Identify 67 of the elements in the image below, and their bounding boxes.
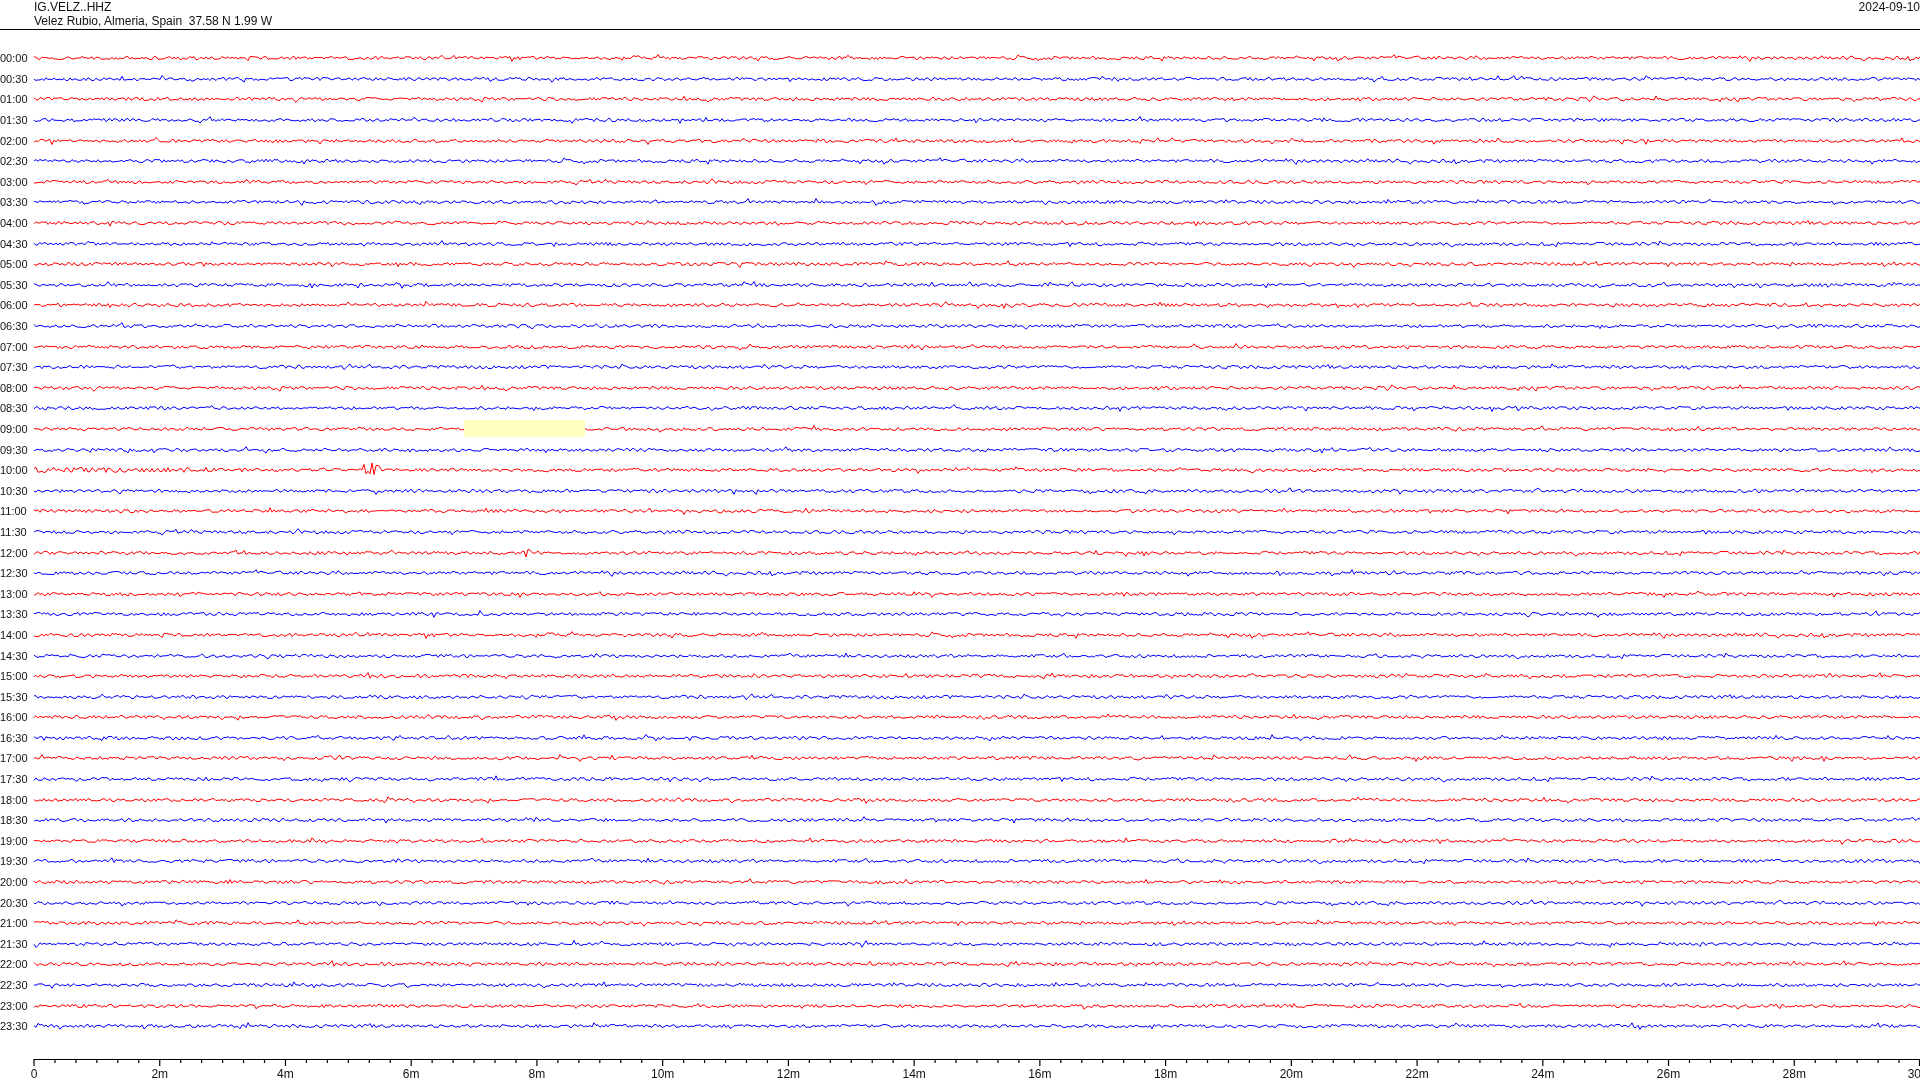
axis-label: 4m [277, 1066, 294, 1080]
axis-label: 6m [402, 1066, 420, 1080]
axis-label: 14m [902, 1066, 926, 1080]
axis-label: 20m [1279, 1066, 1303, 1080]
time-label: 00:30 [0, 72, 29, 85]
axis-label: 8m [528, 1066, 546, 1080]
time-label: 11:00 [0, 505, 28, 518]
time-label: 19:30 [0, 855, 29, 868]
axis-label: 22m [1405, 1066, 1429, 1080]
time-label: 17:30 [0, 773, 29, 786]
time-label: 14:30 [0, 649, 29, 662]
time-label: 16:00 [0, 711, 29, 724]
time-label: 08:30 [0, 402, 29, 415]
time-label: 23:00 [0, 999, 29, 1012]
time-label: 23:30 [0, 1020, 29, 1033]
plot-date: 2024-09-10 [1858, 0, 1920, 14]
station-location: Velez Rubio, Almeria, Spain 37.58 N 1.99 W [34, 14, 273, 28]
time-label: 18:00 [0, 793, 29, 806]
axis-label: 18m [1153, 1066, 1178, 1080]
time-label: 01:30 [0, 114, 29, 127]
time-label: 06:00 [0, 299, 29, 312]
time-label: 21:30 [0, 937, 29, 950]
time-label: 19:00 [0, 834, 29, 847]
time-label: 22:30 [0, 979, 29, 991]
time-label: 02:30 [0, 155, 29, 168]
time-label: 20:30 [0, 896, 29, 909]
axis-label: 30 [1907, 1066, 1920, 1080]
time-label: 04:00 [0, 217, 29, 230]
time-label: 01:00 [0, 93, 29, 106]
axis-label: 12m [776, 1066, 801, 1080]
time-label: 09:30 [0, 443, 29, 456]
time-label: 06:30 [0, 320, 29, 332]
axis-label: 0 [30, 1066, 38, 1080]
time-label: 20:00 [0, 876, 29, 889]
time-label: 07:00 [0, 340, 29, 353]
time-label: 17:00 [0, 752, 29, 765]
time-label: 08:00 [0, 381, 29, 394]
time-label: 03:30 [0, 196, 29, 209]
time-label: 13:00 [0, 587, 29, 600]
time-label: 15:00 [0, 670, 29, 683]
time-label: 13:30 [0, 608, 29, 621]
time-label: 09:00 [0, 423, 29, 435]
axis-label: 16m [1028, 1066, 1052, 1080]
time-label: 05:00 [0, 258, 29, 271]
time-label: 18:30 [0, 814, 29, 827]
time-label: 21:00 [0, 917, 29, 930]
time-label: 00:00 [0, 52, 29, 65]
time-label: 11:30 [0, 525, 28, 538]
axis-label: 10m [651, 1066, 675, 1080]
time-label: 14:00 [0, 628, 29, 641]
time-label: 10:30 [0, 484, 29, 497]
time-label: 07:30 [0, 361, 29, 374]
time-label: 02:00 [0, 134, 29, 147]
time-label: 03:00 [0, 175, 29, 188]
axis-label: 2m [151, 1066, 169, 1080]
time-label: 16:30 [0, 731, 29, 744]
time-label: 12:30 [0, 567, 29, 580]
time-label: 15:30 [0, 690, 29, 703]
time-label: 04:30 [0, 237, 29, 250]
time-label: 10:00 [0, 464, 29, 477]
time-label: 12:00 [0, 546, 29, 559]
axis-label: 28m [1782, 1066, 1806, 1080]
time-label: 22:00 [0, 958, 29, 971]
axis-label: 26m [1656, 1066, 1681, 1080]
axis-label: 24m [1531, 1066, 1555, 1080]
station-code: IG.VELZ..HHZ [34, 0, 113, 14]
time-label: 05:30 [0, 278, 29, 291]
